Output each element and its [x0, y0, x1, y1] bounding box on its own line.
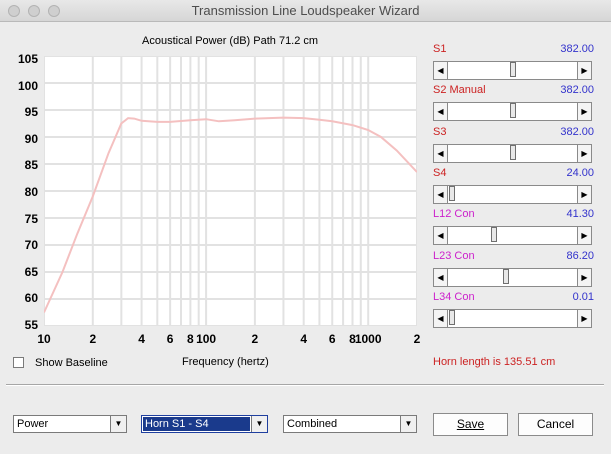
- slider-thumb[interactable]: [509, 103, 516, 119]
- slider-label: S3: [433, 125, 447, 138]
- slider-value: 382.00: [560, 125, 594, 138]
- slider-track[interactable]: [448, 226, 577, 246]
- slider-value: 382.00: [560, 84, 594, 97]
- slider-track[interactable]: [448, 184, 577, 204]
- arrow-left-icon[interactable]: ◀: [433, 308, 448, 328]
- y-tick-label: 100: [17, 78, 38, 93]
- slider-value: 24.00: [566, 166, 594, 179]
- section-select-value: Horn S1 - S4: [142, 416, 251, 432]
- type-select[interactable]: Power ▼: [13, 415, 127, 433]
- slider-control[interactable]: ◀ ▶: [433, 226, 592, 246]
- arrow-left-icon[interactable]: ◀: [433, 61, 448, 80]
- x-tick-label: 2: [89, 332, 97, 346]
- show-baseline-label: Show Baseline: [35, 357, 108, 369]
- arrow-right-icon[interactable]: ▶: [577, 184, 592, 204]
- slider-thumb[interactable]: [509, 62, 516, 77]
- frequency-response-chart: [43, 55, 418, 327]
- chevron-down-icon[interactable]: ▼: [400, 416, 416, 432]
- y-tick-label: 85: [24, 158, 38, 173]
- slider-value: 86.20: [566, 249, 594, 262]
- slider-label: S4: [433, 166, 447, 179]
- x-tick-label: 4: [138, 332, 145, 346]
- chevron-down-icon[interactable]: ▼: [251, 416, 267, 432]
- arrow-left-icon[interactable]: ◀: [433, 184, 448, 204]
- slider-track[interactable]: [448, 267, 577, 287]
- slider-thumb[interactable]: [449, 185, 455, 201]
- slider-value: 0.01: [572, 290, 594, 303]
- separator: [6, 384, 604, 386]
- x-tick-label: 2: [251, 332, 259, 346]
- y-tick-label: 60: [24, 291, 38, 306]
- x-tick-label: 2: [413, 332, 421, 346]
- x-tick-label: 6: [166, 332, 174, 346]
- slider-control[interactable]: ◀ ▶: [433, 267, 592, 287]
- slider-control[interactable]: ◀ ▶: [433, 308, 592, 328]
- x-tick-label: 6: [328, 332, 336, 346]
- mode-select[interactable]: Combined ▼: [283, 415, 417, 433]
- x-tick-label: 100: [196, 332, 217, 346]
- arrow-right-icon[interactable]: ▶: [577, 61, 592, 80]
- arrow-left-icon[interactable]: ◀: [433, 102, 448, 122]
- x-tick-label: 4: [300, 332, 308, 346]
- slider-label: L23 Con: [433, 249, 475, 262]
- slider-value: 41.30: [566, 208, 594, 221]
- show-baseline-checkbox[interactable]: [13, 357, 24, 368]
- section-select[interactable]: Horn S1 - S4 ▼: [141, 415, 268, 433]
- cancel-button-label: Cancel: [536, 417, 575, 431]
- arrow-right-icon[interactable]: ▶: [577, 308, 592, 328]
- y-tick-label: 65: [24, 264, 38, 279]
- slider-label: L34 Con: [433, 290, 475, 303]
- arrow-right-icon[interactable]: ▶: [577, 267, 592, 287]
- arrow-left-icon[interactable]: ◀: [433, 143, 448, 163]
- arrow-right-icon[interactable]: ▶: [577, 102, 592, 122]
- type-select-value: Power: [17, 418, 49, 430]
- slider-label: L12 Con: [433, 208, 475, 221]
- window-title: Transmission Line Loudspeaker Wizard: [191, 3, 420, 18]
- slider-control[interactable]: ◀ ▶: [433, 184, 592, 204]
- slider-control[interactable]: ◀ ▶: [433, 61, 592, 80]
- y-tick-label: 90: [24, 131, 38, 146]
- wizard-window: Transmission Line Loudspeaker Wizard Aco…: [0, 0, 611, 454]
- slider-label: S2 Manual: [433, 84, 486, 97]
- slider-control[interactable]: ◀ ▶: [433, 102, 592, 122]
- x-tick-label: 8: [187, 332, 194, 346]
- mode-select-value: Combined: [287, 418, 338, 430]
- y-tick-label: 55: [24, 318, 38, 332]
- slider-thumb[interactable]: [509, 144, 516, 160]
- cancel-button[interactable]: Cancel: [518, 413, 593, 436]
- title-bar: Transmission Line Loudspeaker Wizard: [0, 0, 611, 22]
- arrow-left-icon[interactable]: ◀: [433, 226, 448, 246]
- horn-length-text: Horn length is 135.51 cm: [433, 356, 556, 368]
- arrow-left-icon[interactable]: ◀: [433, 267, 448, 287]
- y-tick-label: 105: [17, 52, 38, 66]
- slider-thumb[interactable]: [503, 268, 510, 284]
- slider-value: 382.00: [560, 43, 594, 55]
- slider-track[interactable]: [448, 308, 577, 328]
- slider-thumb[interactable]: [491, 227, 498, 243]
- y-tick-label: 75: [24, 211, 38, 226]
- slider-label: S1: [433, 43, 447, 55]
- save-button-label: Save: [456, 417, 485, 431]
- arrow-right-icon[interactable]: ▶: [577, 143, 592, 163]
- save-button[interactable]: Save: [433, 413, 508, 436]
- slider-control[interactable]: ◀ ▶: [433, 143, 592, 163]
- x-tick-label: 10: [37, 332, 51, 346]
- y-tick-label: 80: [24, 185, 38, 199]
- slider-thumb[interactable]: [449, 309, 455, 325]
- plot-area: [43, 55, 418, 327]
- x-axis-label: Frequency (hertz): [182, 356, 269, 368]
- chevron-down-icon[interactable]: ▼: [110, 416, 126, 432]
- chart-title: Acoustical Power (dB) Path 71.2 cm: [142, 35, 319, 47]
- x-tick-label: 1000: [354, 332, 382, 346]
- y-tick-label: 70: [24, 238, 38, 253]
- y-tick-label: 95: [24, 105, 38, 120]
- arrow-right-icon[interactable]: ▶: [577, 226, 592, 246]
